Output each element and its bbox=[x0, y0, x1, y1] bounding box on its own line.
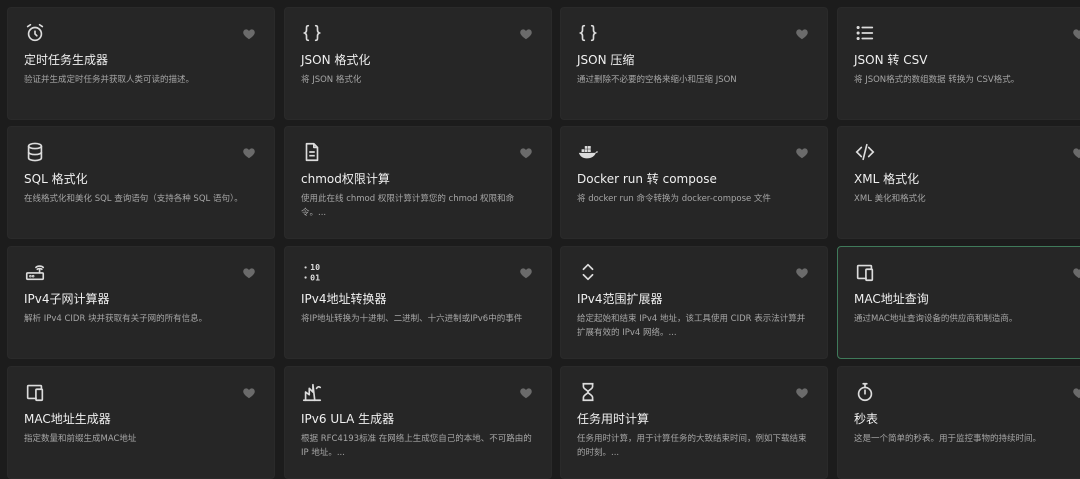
tool-title: IPv4子网计算器 bbox=[24, 292, 110, 306]
tool-card[interactable]: SQL 格式化在线格式化和美化 SQL 查询语句（支持各种 SQL 语句）。 bbox=[7, 126, 275, 239]
devices-icon bbox=[854, 261, 876, 283]
file-text-icon bbox=[301, 141, 323, 163]
tool-title: XML 格式化 bbox=[854, 172, 920, 186]
tool-title: 任务用时计算 bbox=[577, 412, 650, 426]
heart-icon[interactable] bbox=[795, 27, 809, 41]
tool-card[interactable]: chmod权限计算使用此在线 chmod 权限计算计算您的 chmod 权限和命… bbox=[284, 126, 552, 239]
alarm-clock-icon bbox=[24, 22, 46, 44]
braces-icon bbox=[301, 22, 323, 44]
tool-card[interactable]: JSON 格式化将 JSON 格式化 bbox=[284, 7, 552, 120]
heart-icon[interactable] bbox=[519, 146, 533, 160]
heart-icon[interactable] bbox=[795, 386, 809, 400]
tool-title: 秒表 bbox=[854, 412, 879, 426]
tool-description: 任务用时计算，用于计算任务的大致结束时间，例如下载结束的时刻。... bbox=[577, 434, 807, 458]
heart-icon[interactable] bbox=[242, 266, 256, 280]
plant-icon bbox=[301, 381, 323, 403]
tool-grid: 定时任务生成器 验证并生成定时任务并获取人类可读的描述。 JSON 格式化将 JSO… bbox=[0, 0, 1080, 479]
heart-icon[interactable] bbox=[1072, 27, 1080, 41]
tool-card[interactable]: 任务用时计算任务用时计算，用于计算任务的大致结束时间，例如下载结束的时刻。... bbox=[560, 366, 828, 479]
heart-icon[interactable] bbox=[1072, 386, 1080, 400]
tool-card[interactable]: IPv4范围扩展器给定起始和结束 IPv4 地址，该工具使用 CIDR 表示法计… bbox=[560, 246, 828, 359]
tool-title: IPv4范围扩展器 bbox=[577, 292, 663, 306]
tool-title: 定时任务生成器 bbox=[24, 53, 109, 67]
tool-description: 根据 RFC4193标准 在网络上生成您自己的本地、不可路由的 IP 地址。..… bbox=[301, 434, 532, 458]
svg-text:01: 01 bbox=[310, 272, 320, 282]
stopwatch-icon bbox=[854, 381, 876, 403]
tool-description: 通过删除不必要的空格来缩小和压缩 JSON bbox=[577, 75, 737, 85]
tool-description: 将 docker run 命令转换为 docker-compose 文件 bbox=[577, 194, 771, 204]
heart-icon[interactable] bbox=[242, 146, 256, 160]
tool-description: 将 JSON 格式化 bbox=[301, 75, 362, 85]
tool-title: JSON 压缩 bbox=[577, 53, 635, 67]
heart-icon[interactable] bbox=[795, 146, 809, 160]
tool-card[interactable]: XML 格式化 XML 美化和格式化 bbox=[837, 126, 1080, 239]
code-icon bbox=[854, 141, 876, 163]
tool-description: 通过MAC地址查询设备的供应商和制造商。 bbox=[854, 314, 1018, 324]
tool-description: 指定数量和前缀生成MAC地址 bbox=[24, 434, 137, 444]
tool-description: 验证并生成定时任务并获取人类可读的描述。 bbox=[24, 75, 195, 85]
tool-title: chmod权限计算 bbox=[301, 172, 390, 186]
docker-icon bbox=[577, 141, 599, 163]
tool-title: SQL 格式化 bbox=[24, 172, 88, 186]
heart-icon[interactable] bbox=[795, 266, 809, 280]
database-icon bbox=[24, 141, 46, 163]
tool-description: 给定起始和结束 IPv4 地址，该工具使用 CIDR 表示法计算并扩展有效的 I… bbox=[577, 314, 806, 338]
hourglass-icon bbox=[577, 381, 599, 403]
devices-icon bbox=[24, 381, 46, 403]
tool-card[interactable]: 10 01 IPv4地址转换器将IP地址转换为十进制、二进制、十六进制或IPv6中的… bbox=[284, 246, 552, 359]
tool-card[interactable]: Docker run 转 compose 将 docker run 命令转换为 d… bbox=[560, 126, 828, 239]
svg-text:10: 10 bbox=[310, 262, 320, 272]
tool-title: JSON 格式化 bbox=[301, 53, 371, 67]
heart-icon[interactable] bbox=[1072, 146, 1080, 160]
tool-description: 这是一个简单的秒表。用于监控事物的持续时间。 bbox=[854, 434, 1042, 444]
heart-icon[interactable] bbox=[519, 386, 533, 400]
tool-card[interactable]: 秒表这是一个简单的秒表。用于监控事物的持续时间。 bbox=[837, 366, 1080, 479]
tool-description: 使用此在线 chmod 权限计算计算您的 chmod 权限和命令。... bbox=[301, 194, 515, 218]
tool-title: Docker run 转 compose bbox=[577, 172, 717, 186]
tool-description: 将 JSON格式的数组数据 转换为 CSV格式。 bbox=[854, 75, 1020, 85]
tool-title: IPv4地址转换器 bbox=[301, 292, 387, 306]
list-icon bbox=[854, 22, 876, 44]
tool-card[interactable]: JSON 压缩通过删除不必要的空格来缩小和压缩 JSON bbox=[560, 7, 828, 120]
tool-title: IPv6 ULA 生成器 bbox=[301, 412, 395, 426]
tool-card[interactable]: MAC地址查询通过MAC地址查询设备的供应商和制造商。 bbox=[837, 246, 1080, 359]
heart-icon[interactable] bbox=[519, 27, 533, 41]
tool-card[interactable]: IPv6 ULA 生成器根据 RFC4193标准 在网络上生成您自己的本地、不可… bbox=[284, 366, 552, 479]
tool-card[interactable]: 定时任务生成器验证并生成定时任务并获取人类可读的描述。 bbox=[7, 7, 275, 120]
tool-description: 将IP地址转换为十进制、二进制、十六进制或IPv6中的事件 bbox=[301, 314, 523, 324]
tool-description: 解析 IPv4 CIDR 块并获取有关子网的所有信息。 bbox=[24, 314, 208, 324]
tool-description: 在线格式化和美化 SQL 查询语句（支持各种 SQL 语句）。 bbox=[24, 194, 243, 204]
tool-title: JSON 转 CSV bbox=[854, 53, 928, 67]
tool-card[interactable]: MAC地址生成器指定数量和前缀生成MAC地址 bbox=[7, 366, 275, 479]
braces-icon bbox=[577, 22, 599, 44]
tool-card[interactable]: JSON 转 CSV 将 JSON格式的数组数据 转换为 CSV格式。 bbox=[837, 7, 1080, 120]
tool-title: MAC地址生成器 bbox=[24, 412, 111, 426]
router-icon bbox=[24, 261, 46, 283]
tool-title: MAC地址查询 bbox=[854, 292, 929, 306]
tool-description: XML 美化和格式化 bbox=[854, 194, 926, 204]
heart-icon[interactable] bbox=[1072, 266, 1080, 280]
heart-icon[interactable] bbox=[242, 386, 256, 400]
binary-icon: 10 01 bbox=[301, 261, 323, 283]
heart-icon[interactable] bbox=[242, 27, 256, 41]
tool-card[interactable]: IPv4子网计算器解析 IPv4 CIDR 块并获取有关子网的所有信息。 bbox=[7, 246, 275, 359]
heart-icon[interactable] bbox=[519, 266, 533, 280]
unfold-icon bbox=[577, 261, 599, 283]
